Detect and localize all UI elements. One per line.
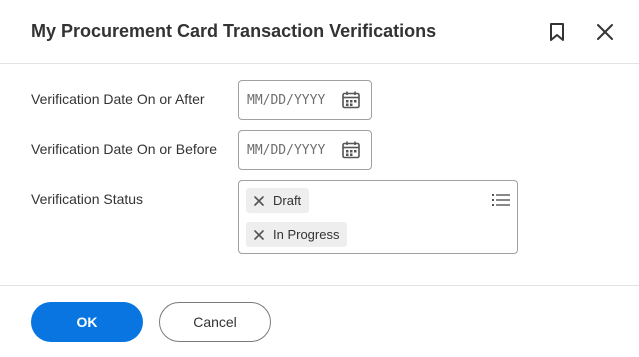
date-after-field — [238, 80, 372, 120]
list-prompt-icon[interactable] — [491, 191, 511, 209]
date-before-input[interactable] — [239, 131, 339, 169]
dialog-footer: OK Cancel — [0, 285, 639, 357]
status-pill-label: Draft — [273, 193, 302, 208]
remove-icon[interactable] — [252, 194, 266, 208]
calendar-icon[interactable] — [341, 90, 361, 110]
date-after-input[interactable] — [239, 81, 339, 119]
remove-icon[interactable] — [252, 228, 266, 242]
status-multiselect[interactable]: Draft In Progress — [238, 180, 518, 254]
bookmark-icon — [550, 23, 564, 41]
status-pill-draft: Draft — [246, 188, 310, 213]
ok-button[interactable]: OK — [31, 302, 143, 342]
calendar-icon[interactable] — [341, 140, 361, 160]
dialog-title: My Procurement Card Transaction Verifica… — [31, 21, 437, 41]
status-pill-in-progress: In Progress — [246, 222, 348, 247]
bookmark-button[interactable] — [543, 18, 571, 46]
status-label: Verification Status — [31, 191, 144, 207]
close-button[interactable] — [591, 18, 619, 46]
close-icon — [597, 24, 613, 40]
cancel-button[interactable]: Cancel — [159, 302, 271, 342]
date-after-label: Verification Date On or After — [31, 91, 205, 107]
dialog-header: My Procurement Card Transaction Verifica… — [0, 0, 639, 64]
date-before-label: Verification Date On or Before — [31, 141, 217, 157]
date-before-field — [238, 130, 372, 170]
status-pill-label: In Progress — [273, 227, 340, 242]
dialog: My Procurement Card Transaction Verifica… — [0, 0, 639, 357]
